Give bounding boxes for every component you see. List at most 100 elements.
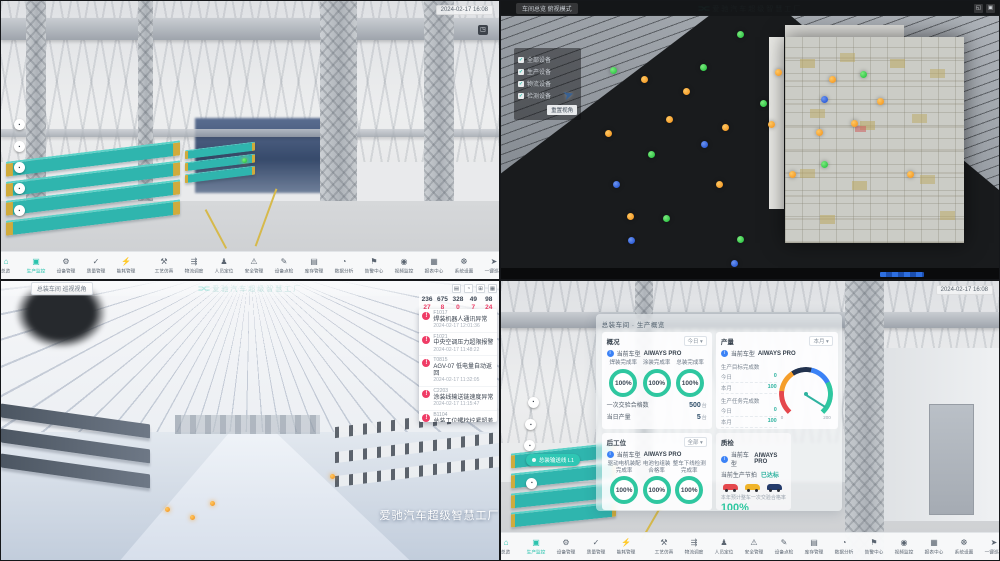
layer-item[interactable]: ✓生产设备 [518,67,577,76]
reset-view-button[interactable]: 重置视角 [547,105,577,115]
nav-energy[interactable]: ⚡能耗管理 [115,257,137,275]
overview-dropdown[interactable]: 今日 ▾ [684,336,707,346]
stations-dropdown[interactable]: 全部 ▾ [684,437,707,447]
view-corridor[interactable]: 总装车间 巡视视角 ⊃⊂ 爱驰汽车超级智慧工厂 ▤◔⊞▦ 23627675832… [0,280,500,561]
nav-analytics[interactable]: ◔数据分析 [833,538,855,556]
nav-patrol[interactable]: ➤一键巡检 [983,538,1000,556]
device-dot-o[interactable] [768,121,775,128]
nav-video[interactable]: ◉视频监控 [393,257,415,275]
line-tag[interactable]: 总装输送线 L1 [526,454,580,466]
device-dot-g[interactable] [737,31,744,38]
nav-quality[interactable]: ✓质量管理 [85,257,107,275]
device-dot-o[interactable] [641,76,648,83]
nav-logistics[interactable]: ⇶物流调度 [683,538,705,556]
layer-label: 生产设备 [527,67,551,76]
toolbar-item-label: 工艺仿真 [155,267,174,274]
device-dot-o[interactable] [716,181,723,188]
window-button[interactable]: ▣ [986,4,995,13]
nav-alarm-center[interactable]: ⚑告警中心 [363,257,385,275]
poi-badge[interactable]: ▪ [14,119,25,130]
window-button[interactable]: ▤ [452,284,461,293]
nav-reports[interactable]: ▦报表中心 [923,538,945,556]
overview-donuts: 焊装完成率100%涂装完成率100%总装完成率100% [607,360,707,397]
nav-equipment[interactable]: ⚙设备管理 [55,257,77,275]
nav-quality[interactable]: ✓质量管理 [585,538,607,556]
device-dot-o[interactable] [722,124,729,131]
nav-process-sim-icon: ⚒ [160,257,167,266]
device-dot-o[interactable] [789,171,796,178]
nav-production-monitor[interactable]: ▣生产监控 [525,538,547,556]
device-dot-o[interactable] [605,130,612,137]
alarm-list-panel[interactable]: !F1017焊装机器人通讯异常2024-02-17 12:01:36!F1021… [419,309,496,422]
output-dropdown[interactable]: 本月 ▾ [809,336,832,346]
device-dot-o[interactable] [683,88,690,95]
mini-toolbar[interactable] [880,272,925,277]
nav-analytics[interactable]: ◔数据分析 [333,257,355,275]
info-icon: i [607,451,614,458]
nav-overview[interactable]: ⌂总览 [500,538,517,556]
device-dot-g[interactable] [760,100,767,107]
nav-inventory[interactable]: ▤库存管理 [303,257,325,275]
vehicle-row: i 当前车型 AIWAYS PRO [607,450,707,459]
alarm-item[interactable]: !F1021中央空调压力超限报警2024-02-17 11:48:22 [419,333,496,357]
device-dot-o[interactable] [330,474,335,479]
device-dot-o[interactable] [816,129,823,136]
nav-safety[interactable]: ⚠安全管理 [743,538,765,556]
nav-overview[interactable]: ⌂总览 [0,257,17,275]
nav-inspection[interactable]: ✎设备点检 [273,257,295,275]
window-button[interactable]: ▦ [488,284,497,293]
device-dot-g[interactable] [821,161,828,168]
window-button[interactable]: ⊞ [476,284,485,293]
alarm-item[interactable]: !F1017焊装机器人通讯异常2024-02-17 12:01:36 [419,309,496,333]
view-map-topdown[interactable]: ➤ 车间总览 俯视模式 ◱▣ ⊃⊂ 爱驰汽车超级智慧工厂 ✓全部设备✓生产设备✓… [500,0,1000,280]
poi-badge[interactable]: ▪ [528,397,539,408]
device-dot-o[interactable] [775,69,782,76]
alarm-item[interactable]: !C2203涂装线输送链速度异常2024-02-17 11:15:47 [419,387,496,411]
view-mode-pill[interactable]: 总装车间 巡视视角 [31,282,93,295]
nav-patrol[interactable]: ➤一键巡检 [483,257,500,275]
layer-item[interactable]: ✓物流设备 [518,79,577,88]
nav-safety[interactable]: ⚠安全管理 [243,257,265,275]
device-dot-o[interactable] [829,76,836,83]
device-dot-g[interactable] [860,71,867,78]
nav-settings[interactable]: ☸系统设置 [453,257,475,275]
nav-process-sim[interactable]: ⚒工艺仿真 [153,257,175,275]
minimap-toggle-button[interactable]: ◳ [478,25,488,35]
nav-energy[interactable]: ⚡能耗管理 [615,538,637,556]
nav-process-sim[interactable]: ⚒工艺仿真 [653,538,675,556]
nav-alarm-center[interactable]: ⚑告警中心 [863,538,885,556]
device-dot-o[interactable] [627,213,634,220]
nav-logistics[interactable]: ⇶物流调度 [183,257,205,275]
device-dot-o[interactable] [666,116,673,123]
view-3d-dashboard[interactable]: 2024-02-17 16:08 ▪▪▪▪ 总装输送线 L1 总装车间 · 生产… [500,280,1000,561]
device-dot-g[interactable] [737,236,744,243]
layer-item[interactable]: ✓检测设备 [518,91,577,100]
alarm-item[interactable]: !B1104总装工位螺栓拧紧超差2024-02-17 10:58:13 [419,411,496,422]
nav-personnel[interactable]: ♟人员定位 [713,538,735,556]
device-dot-g[interactable] [700,64,707,71]
poi-badge[interactable]: ▪ [14,183,25,194]
device-dot-b[interactable] [628,237,635,244]
nav-inspection[interactable]: ✎设备点检 [773,538,795,556]
window-button[interactable]: ◔ [464,284,473,293]
window-button[interactable]: ◱ [974,4,983,13]
view-3d-hall[interactable]: 2024-02-17 16:08 ◳ ▪▪▪▪▪ ⌂总览▣生产监控⚙设备管理✓质… [0,0,500,280]
device-dot-b[interactable] [701,141,708,148]
nav-video[interactable]: ◉视频监控 [893,538,915,556]
device-dot-b[interactable] [731,260,738,267]
nav-inventory[interactable]: ▤库存管理 [803,538,825,556]
device-dot-b[interactable] [613,181,620,188]
alarm-item[interactable]: !T0815AGV-07 低电量自动返回2024-02-17 11:32:05 [419,356,496,387]
donut-gauge: 焊装完成率100% [609,360,637,397]
nav-settings[interactable]: ☸系统设置 [953,538,975,556]
layer-item[interactable]: ✓全部设备 [518,55,577,64]
nav-personnel[interactable]: ♟人员定位 [213,257,235,275]
nav-production-monitor[interactable]: ▣生产监控 [25,257,47,275]
device-dot-g[interactable] [648,151,655,158]
device-dot-g[interactable] [663,215,670,222]
nav-reports[interactable]: ▦报表中心 [423,257,445,275]
alert-icon: ! [422,359,430,367]
nav-equipment[interactable]: ⚙设备管理 [555,538,577,556]
device-dot-o[interactable] [851,120,858,127]
view-mode-pill[interactable]: 车间总览 俯视模式 [516,3,578,14]
